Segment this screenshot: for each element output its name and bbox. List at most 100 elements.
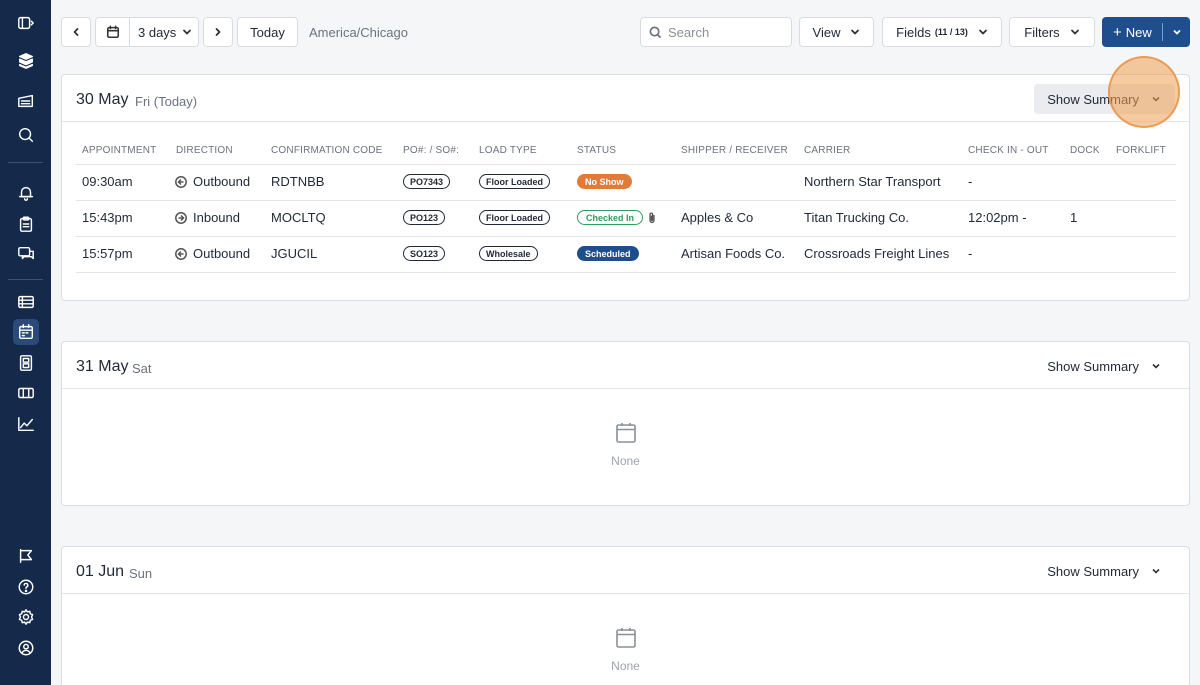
dock: 1	[1070, 210, 1078, 225]
sidebar-divider	[8, 279, 43, 280]
new-main-button[interactable]: + New	[1102, 17, 1162, 47]
column-header[interactable]: CARRIER	[804, 145, 850, 156]
show-summary-button[interactable]: Show Summary	[1034, 84, 1175, 114]
column-header[interactable]: LOAD TYPE	[479, 145, 537, 156]
column-header[interactable]: PO#: / SO#:	[403, 145, 459, 156]
check-in-out: -	[968, 246, 973, 261]
day-card: 01 Jun Sun Show Summary None	[61, 546, 1190, 685]
status-badge: Scheduled	[577, 246, 639, 261]
direction-label: Outbound	[193, 174, 251, 189]
range-label: 3 days	[138, 24, 177, 40]
sidebar	[0, 0, 51, 685]
calendar-icon	[96, 18, 130, 46]
row-divider	[76, 200, 1176, 201]
outbound-icon	[175, 247, 187, 260]
chat-icon[interactable]	[13, 241, 39, 267]
status-badge: No Show	[577, 174, 632, 189]
show-summary-button[interactable]: Show Summary	[1034, 556, 1175, 586]
fields-button[interactable]: Fields (11 / 13)	[882, 17, 1002, 47]
so-badge: SO123	[403, 246, 446, 261]
flag-icon[interactable]	[13, 543, 39, 569]
view-label: View	[812, 24, 841, 40]
confirmation-code: JGUCIL	[271, 246, 318, 261]
day-date: 31 May	[76, 358, 129, 375]
column-header[interactable]: DOCK	[1070, 145, 1100, 156]
show-summary-button[interactable]: Show Summary	[1034, 351, 1175, 381]
gear-icon[interactable]	[13, 604, 39, 630]
chevron-down-icon	[1152, 363, 1160, 369]
day-weekday: Sat	[132, 361, 152, 376]
day-card: 31 May Sat Show Summary None	[61, 341, 1190, 506]
filters-label: Filters	[1024, 24, 1060, 40]
direction-label: Outbound	[193, 246, 251, 261]
warehouse-icon[interactable]	[13, 88, 39, 114]
view-button[interactable]: View	[799, 17, 874, 47]
search-input[interactable]	[668, 24, 788, 40]
column-header[interactable]: CONFIRMATION CODE	[271, 145, 383, 156]
load-type-badge: Floor Loaded	[479, 174, 550, 189]
prev-button[interactable]	[61, 17, 91, 47]
chevron-down-icon	[183, 29, 192, 35]
direction-cell: Outbound	[175, 174, 250, 189]
day-date: 01 Jun	[76, 563, 125, 580]
column-header[interactable]: STATUS	[577, 145, 616, 156]
today-button[interactable]: Today	[237, 17, 298, 47]
confirmation-code: MOCLTQ	[271, 210, 326, 225]
direction-cell: Inbound	[175, 210, 240, 225]
clipboard-icon[interactable]	[13, 211, 39, 237]
next-button[interactable]	[203, 17, 233, 47]
day-header: 30 May Fri (Today) Show Summary	[62, 75, 1189, 122]
column-header[interactable]: SHIPPER / RECEIVER	[681, 145, 788, 156]
shipper-receiver: Apples & Co	[681, 210, 754, 225]
row-divider	[76, 164, 1176, 165]
list-icon[interactable]	[13, 289, 39, 315]
status-badge: Checked In	[577, 210, 644, 225]
filters-button[interactable]: Filters	[1009, 17, 1095, 47]
po-badge: PO7343	[403, 174, 451, 189]
user-icon[interactable]	[13, 635, 39, 661]
column-header[interactable]: CHECK IN - OUT	[968, 145, 1049, 156]
chevron-down-icon	[1152, 96, 1160, 102]
ticket-icon[interactable]	[13, 380, 39, 406]
day-date: 30 May	[76, 91, 129, 108]
empty-state: None	[62, 627, 1189, 673]
row-divider	[76, 236, 1176, 237]
direction-label: Inbound	[193, 210, 240, 225]
column-header[interactable]: APPOINTMENT	[82, 145, 156, 156]
empty-label: None	[611, 659, 640, 673]
calendar-empty-icon	[615, 423, 636, 443]
help-icon[interactable]	[13, 574, 39, 600]
search-box[interactable]	[640, 17, 792, 47]
show-summary-label: Show Summary	[1047, 91, 1139, 107]
calendar-empty-icon	[615, 628, 636, 648]
chevron-down-icon	[851, 29, 860, 35]
confirmation-code: RDTNBB	[271, 174, 325, 189]
chevron-left-icon	[73, 28, 79, 36]
range-picker[interactable]: 3 days	[95, 17, 199, 47]
paperclip-icon[interactable]	[647, 211, 657, 224]
chevron-down-icon	[1070, 29, 1079, 35]
logo-icon[interactable]	[13, 48, 39, 74]
new-label: New	[1125, 24, 1152, 40]
chart-icon[interactable]	[13, 411, 39, 437]
po-badge: PO123	[403, 210, 446, 225]
bell-icon[interactable]	[13, 180, 39, 206]
new-dropdown-button[interactable]	[1163, 17, 1190, 47]
plus-icon: +	[1113, 23, 1122, 41]
show-summary-label: Show Summary	[1047, 563, 1139, 579]
calendar-icon[interactable]	[13, 319, 39, 345]
column-header[interactable]: FORKLIFT	[1116, 145, 1166, 156]
sidebar-toggle-icon[interactable]	[13, 10, 39, 36]
new-button[interactable]: + New	[1102, 17, 1190, 47]
search-icon[interactable]	[13, 122, 39, 148]
empty-label: None	[611, 454, 640, 468]
check-in-out: -	[968, 174, 973, 189]
building-icon[interactable]	[13, 350, 39, 376]
chevron-right-icon	[215, 28, 221, 36]
empty-state: None	[62, 422, 1189, 468]
day-weekday: Fri (Today)	[135, 94, 198, 109]
day-weekday: Sun	[129, 566, 153, 581]
chevron-down-icon	[1152, 568, 1160, 574]
shipper-receiver: Artisan Foods Co.	[681, 246, 786, 261]
column-header[interactable]: DIRECTION	[176, 145, 233, 156]
